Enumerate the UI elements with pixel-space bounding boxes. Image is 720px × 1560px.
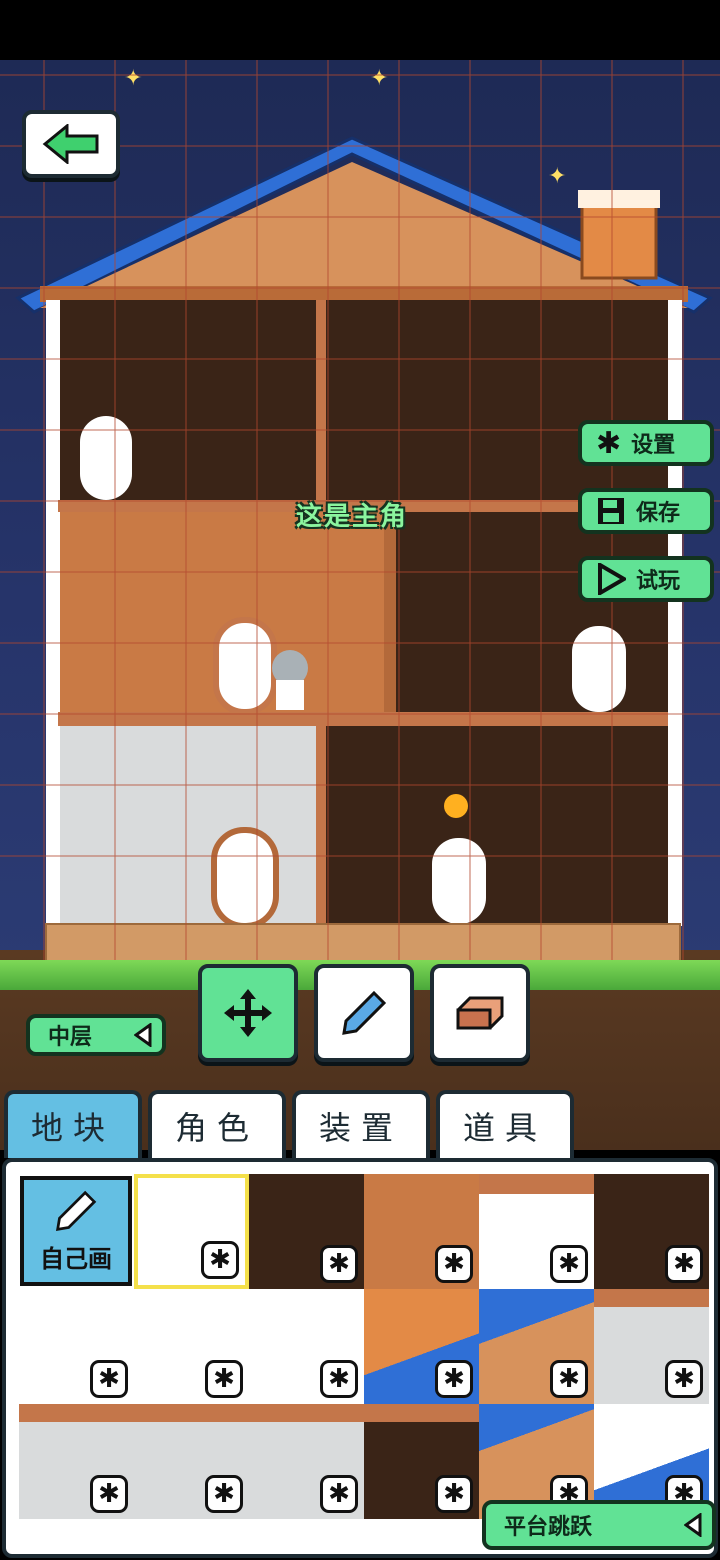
- tile-option[interactable]: ✱: [364, 1404, 479, 1519]
- pencil-icon: [342, 990, 387, 1035]
- save-button[interactable]: 保存: [578, 488, 714, 534]
- pencil-tool-button[interactable]: [314, 964, 414, 1062]
- category-tabs: 地块 角色 装置 道具: [0, 1090, 720, 1160]
- tile-option[interactable]: ✱: [134, 1404, 249, 1519]
- save-label: 保存: [636, 501, 681, 526]
- tile-option[interactable]: ✱: [479, 1289, 594, 1404]
- gear-icon[interactable]: ✱: [435, 1245, 473, 1283]
- tile-option[interactable]: ✱: [364, 1289, 479, 1404]
- layer-selector[interactable]: 中层: [26, 1014, 166, 1056]
- status-bar: [0, 0, 720, 60]
- move-tool-button[interactable]: [198, 964, 298, 1062]
- tile-option[interactable]: ✱: [594, 1174, 709, 1289]
- gear-icon[interactable]: ✱: [90, 1360, 128, 1398]
- game-mode-label: 平台跳跃: [504, 1515, 593, 1540]
- gear-icon[interactable]: ✱: [435, 1360, 473, 1398]
- hero-label: 这是主角: [296, 502, 409, 532]
- chevron-left-icon: [134, 1023, 152, 1047]
- tile-option[interactable]: ✱: [479, 1174, 594, 1289]
- move-arrows-icon: [224, 989, 272, 1037]
- play-test-button[interactable]: 试玩: [578, 556, 714, 602]
- layer-selector-label: 中层: [48, 1025, 93, 1050]
- settings-label: 设置: [631, 433, 676, 458]
- draw-tile-label: 自己画: [40, 1245, 112, 1273]
- gear-icon: ✱: [596, 425, 622, 461]
- play-test-label: 试玩: [636, 569, 681, 594]
- tile-option[interactable]: ✱: [364, 1174, 479, 1289]
- pencil-icon: [55, 1190, 97, 1232]
- gear-icon[interactable]: ✱: [550, 1245, 588, 1283]
- play-icon: [598, 563, 626, 595]
- arrow-left-icon: [42, 124, 99, 164]
- draw-your-own-tile[interactable]: 自己画: [20, 1176, 132, 1286]
- tile-option[interactable]: ✱: [249, 1289, 364, 1404]
- tile-option[interactable]: ✱: [19, 1289, 134, 1404]
- chevron-left-icon: [684, 1513, 702, 1537]
- eraser-tool-button[interactable]: [430, 964, 530, 1062]
- tile-option[interactable]: ✱: [134, 1174, 249, 1289]
- gear-icon[interactable]: ✱: [435, 1475, 473, 1513]
- tile-palette: 自己画 ✱ ✱ ✱ ✱ ✱ ✱ ✱ ✱ ✱ ✱ ✱ ✱ ✱ ✱ ✱ ✱ ✱: [2, 1158, 718, 1558]
- back-button[interactable]: [22, 110, 120, 178]
- gear-icon[interactable]: ✱: [205, 1360, 243, 1398]
- floppy-disk-icon: [598, 498, 624, 524]
- gear-icon[interactable]: ✱: [665, 1245, 703, 1283]
- gear-icon[interactable]: ✱: [201, 1241, 239, 1279]
- gear-icon[interactable]: ✱: [90, 1475, 128, 1513]
- gear-icon[interactable]: ✱: [205, 1475, 243, 1513]
- gear-icon[interactable]: ✱: [665, 1360, 703, 1398]
- tile-option[interactable]: ✱: [134, 1289, 249, 1404]
- tile-option[interactable]: ✱: [249, 1174, 364, 1289]
- tile-option[interactable]: ✱: [249, 1404, 364, 1519]
- tab-tiles[interactable]: 地块: [4, 1090, 142, 1158]
- game-mode-selector[interactable]: 平台跳跃: [482, 1500, 716, 1550]
- gear-icon[interactable]: ✱: [320, 1360, 358, 1398]
- tile-option[interactable]: ✱: [19, 1404, 134, 1519]
- settings-button[interactable]: ✱ 设置: [578, 420, 714, 466]
- eraser-icon: [456, 996, 504, 1030]
- gear-icon[interactable]: ✱: [550, 1360, 588, 1398]
- tab-characters[interactable]: 角色: [148, 1090, 286, 1158]
- gear-icon[interactable]: ✱: [320, 1245, 358, 1283]
- tab-items[interactable]: 道具: [436, 1090, 574, 1158]
- tile-option[interactable]: ✱: [594, 1289, 709, 1404]
- tab-devices[interactable]: 装置: [292, 1090, 430, 1158]
- gear-icon[interactable]: ✱: [320, 1475, 358, 1513]
